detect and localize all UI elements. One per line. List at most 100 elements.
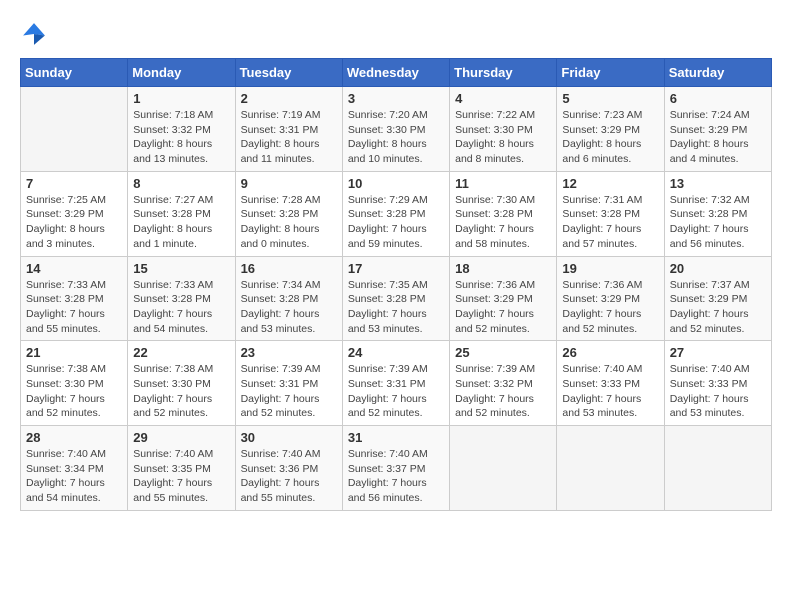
day-info: Sunrise: 7:40 AMSunset: 3:36 PMDaylight:… <box>241 447 337 506</box>
calendar-cell: 30Sunrise: 7:40 AMSunset: 3:36 PMDayligh… <box>235 426 342 511</box>
calendar-week-row: 7 Sunrise: 7:25 AMSunset: 3:29 PMDaylight… <box>21 171 772 256</box>
day-info: Sunrise: 7:28 AMSunset: 3:28 PMDaylight:… <box>241 193 337 252</box>
calendar-cell: 23 Sunrise: 7:39 AMSunset: 3:31 PMDayligh… <box>235 341 342 426</box>
day-info: Sunrise: 7:38 AMSunset: 3:30 PMDaylight:… <box>26 362 122 421</box>
calendar-cell: 4 Sunrise: 7:22 AMSunset: 3:30 PMDaylight… <box>450 87 557 172</box>
day-info: Sunrise: 7:29 AMSunset: 3:28 PMDaylight:… <box>348 193 444 252</box>
calendar-cell: 22 Sunrise: 7:38 AMSunset: 3:30 PMDayligh… <box>128 341 235 426</box>
calendar-cell <box>21 87 128 172</box>
day-number: 11 <box>455 176 551 191</box>
weekday-header: Saturday <box>664 59 771 87</box>
calendar-cell: 27 Sunrise: 7:40 AMSunset: 3:33 PMDayligh… <box>664 341 771 426</box>
calendar-cell: 12 Sunrise: 7:31 AMSunset: 3:28 PMDayligh… <box>557 171 664 256</box>
day-info: Sunrise: 7:20 AMSunset: 3:30 PMDaylight:… <box>348 108 444 167</box>
day-info: Sunrise: 7:22 AMSunset: 3:30 PMDaylight:… <box>455 108 551 167</box>
calendar-cell <box>557 426 664 511</box>
calendar-week-row: 21 Sunrise: 7:38 AMSunset: 3:30 PMDayligh… <box>21 341 772 426</box>
calendar-table: SundayMondayTuesdayWednesdayThursdayFrid… <box>20 58 772 511</box>
logo-icon <box>20 20 48 48</box>
day-number: 5 <box>562 91 658 106</box>
calendar-cell: 26 Sunrise: 7:40 AMSunset: 3:33 PMDayligh… <box>557 341 664 426</box>
weekday-header: Friday <box>557 59 664 87</box>
day-info: Sunrise: 7:39 AMSunset: 3:31 PMDaylight:… <box>241 362 337 421</box>
day-info: Sunrise: 7:24 AMSunset: 3:29 PMDaylight:… <box>670 108 766 167</box>
calendar-cell: 14 Sunrise: 7:33 AMSunset: 3:28 PMDayligh… <box>21 256 128 341</box>
calendar-cell: 17Sunrise: 7:35 AMSunset: 3:28 PMDayligh… <box>342 256 449 341</box>
day-number: 9 <box>241 176 337 191</box>
calendar-cell: 20 Sunrise: 7:37 AMSunset: 3:29 PMDayligh… <box>664 256 771 341</box>
logo <box>20 20 52 48</box>
day-number: 14 <box>26 261 122 276</box>
day-info: Sunrise: 7:33 AMSunset: 3:28 PMDaylight:… <box>133 278 229 337</box>
calendar-cell: 6 Sunrise: 7:24 AMSunset: 3:29 PMDaylight… <box>664 87 771 172</box>
day-number: 4 <box>455 91 551 106</box>
day-number: 16 <box>241 261 337 276</box>
calendar-cell: 24Sunrise: 7:39 AMSunset: 3:31 PMDayligh… <box>342 341 449 426</box>
day-number: 22 <box>133 345 229 360</box>
calendar-cell: 25 Sunrise: 7:39 AMSunset: 3:32 PMDayligh… <box>450 341 557 426</box>
day-number: 15 <box>133 261 229 276</box>
calendar-week-row: 1Sunrise: 7:18 AMSunset: 3:32 PMDaylight… <box>21 87 772 172</box>
page-header <box>20 20 772 48</box>
day-number: 27 <box>670 345 766 360</box>
day-number: 20 <box>670 261 766 276</box>
weekday-header: Thursday <box>450 59 557 87</box>
day-info: Sunrise: 7:40 AMSunset: 3:33 PMDaylight:… <box>670 362 766 421</box>
day-info: Sunrise: 7:23 AMSunset: 3:29 PMDaylight:… <box>562 108 658 167</box>
day-info: Sunrise: 7:35 AMSunset: 3:28 PMDaylight:… <box>348 278 444 337</box>
calendar-cell: 28 Sunrise: 7:40 AMSunset: 3:34 PMDayligh… <box>21 426 128 511</box>
calendar-cell <box>450 426 557 511</box>
day-number: 28 <box>26 430 122 445</box>
day-info: Sunrise: 7:18 AMSunset: 3:32 PMDaylight:… <box>133 108 229 167</box>
calendar-cell: 16 Sunrise: 7:34 AMSunset: 3:28 PMDayligh… <box>235 256 342 341</box>
day-info: Sunrise: 7:40 AMSunset: 3:34 PMDaylight:… <box>26 447 122 506</box>
day-info: Sunrise: 7:34 AMSunset: 3:28 PMDaylight:… <box>241 278 337 337</box>
day-info: Sunrise: 7:39 AMSunset: 3:32 PMDaylight:… <box>455 362 551 421</box>
day-info: Sunrise: 7:25 AMSunset: 3:29 PMDaylight:… <box>26 193 122 252</box>
weekday-header: Monday <box>128 59 235 87</box>
day-number: 29 <box>133 430 229 445</box>
calendar-cell: 29Sunrise: 7:40 AMSunset: 3:35 PMDayligh… <box>128 426 235 511</box>
calendar-cell: 15 Sunrise: 7:33 AMSunset: 3:28 PMDayligh… <box>128 256 235 341</box>
calendar-cell: 21 Sunrise: 7:38 AMSunset: 3:30 PMDayligh… <box>21 341 128 426</box>
calendar-cell: 8Sunrise: 7:27 AMSunset: 3:28 PMDaylight… <box>128 171 235 256</box>
calendar-cell <box>664 426 771 511</box>
day-number: 8 <box>133 176 229 191</box>
day-info: Sunrise: 7:37 AMSunset: 3:29 PMDaylight:… <box>670 278 766 337</box>
day-number: 21 <box>26 345 122 360</box>
day-number: 23 <box>241 345 337 360</box>
day-number: 18 <box>455 261 551 276</box>
weekday-header: Tuesday <box>235 59 342 87</box>
calendar-week-row: 14 Sunrise: 7:33 AMSunset: 3:28 PMDayligh… <box>21 256 772 341</box>
day-info: Sunrise: 7:40 AMSunset: 3:37 PMDaylight:… <box>348 447 444 506</box>
day-number: 31 <box>348 430 444 445</box>
day-number: 12 <box>562 176 658 191</box>
day-info: Sunrise: 7:36 AMSunset: 3:29 PMDaylight:… <box>455 278 551 337</box>
day-number: 13 <box>670 176 766 191</box>
calendar-cell: 2Sunrise: 7:19 AMSunset: 3:31 PMDaylight… <box>235 87 342 172</box>
day-info: Sunrise: 7:30 AMSunset: 3:28 PMDaylight:… <box>455 193 551 252</box>
weekday-header: Wednesday <box>342 59 449 87</box>
calendar-cell: 5 Sunrise: 7:23 AMSunset: 3:29 PMDaylight… <box>557 87 664 172</box>
day-number: 26 <box>562 345 658 360</box>
day-number: 25 <box>455 345 551 360</box>
calendar-cell: 10 Sunrise: 7:29 AMSunset: 3:28 PMDayligh… <box>342 171 449 256</box>
day-number: 6 <box>670 91 766 106</box>
day-number: 19 <box>562 261 658 276</box>
day-number: 2 <box>241 91 337 106</box>
calendar-cell: 31 Sunrise: 7:40 AMSunset: 3:37 PMDayligh… <box>342 426 449 511</box>
calendar-week-row: 28 Sunrise: 7:40 AMSunset: 3:34 PMDayligh… <box>21 426 772 511</box>
day-number: 24 <box>348 345 444 360</box>
day-info: Sunrise: 7:33 AMSunset: 3:28 PMDaylight:… <box>26 278 122 337</box>
day-info: Sunrise: 7:40 AMSunset: 3:33 PMDaylight:… <box>562 362 658 421</box>
day-info: Sunrise: 7:38 AMSunset: 3:30 PMDaylight:… <box>133 362 229 421</box>
day-number: 10 <box>348 176 444 191</box>
calendar-cell: 3Sunrise: 7:20 AMSunset: 3:30 PMDaylight… <box>342 87 449 172</box>
calendar-cell: 7 Sunrise: 7:25 AMSunset: 3:29 PMDaylight… <box>21 171 128 256</box>
day-number: 7 <box>26 176 122 191</box>
calendar-cell: 19Sunrise: 7:36 AMSunset: 3:29 PMDayligh… <box>557 256 664 341</box>
day-info: Sunrise: 7:31 AMSunset: 3:28 PMDaylight:… <box>562 193 658 252</box>
day-info: Sunrise: 7:32 AMSunset: 3:28 PMDaylight:… <box>670 193 766 252</box>
calendar-header-row: SundayMondayTuesdayWednesdayThursdayFrid… <box>21 59 772 87</box>
calendar-cell: 1Sunrise: 7:18 AMSunset: 3:32 PMDaylight… <box>128 87 235 172</box>
